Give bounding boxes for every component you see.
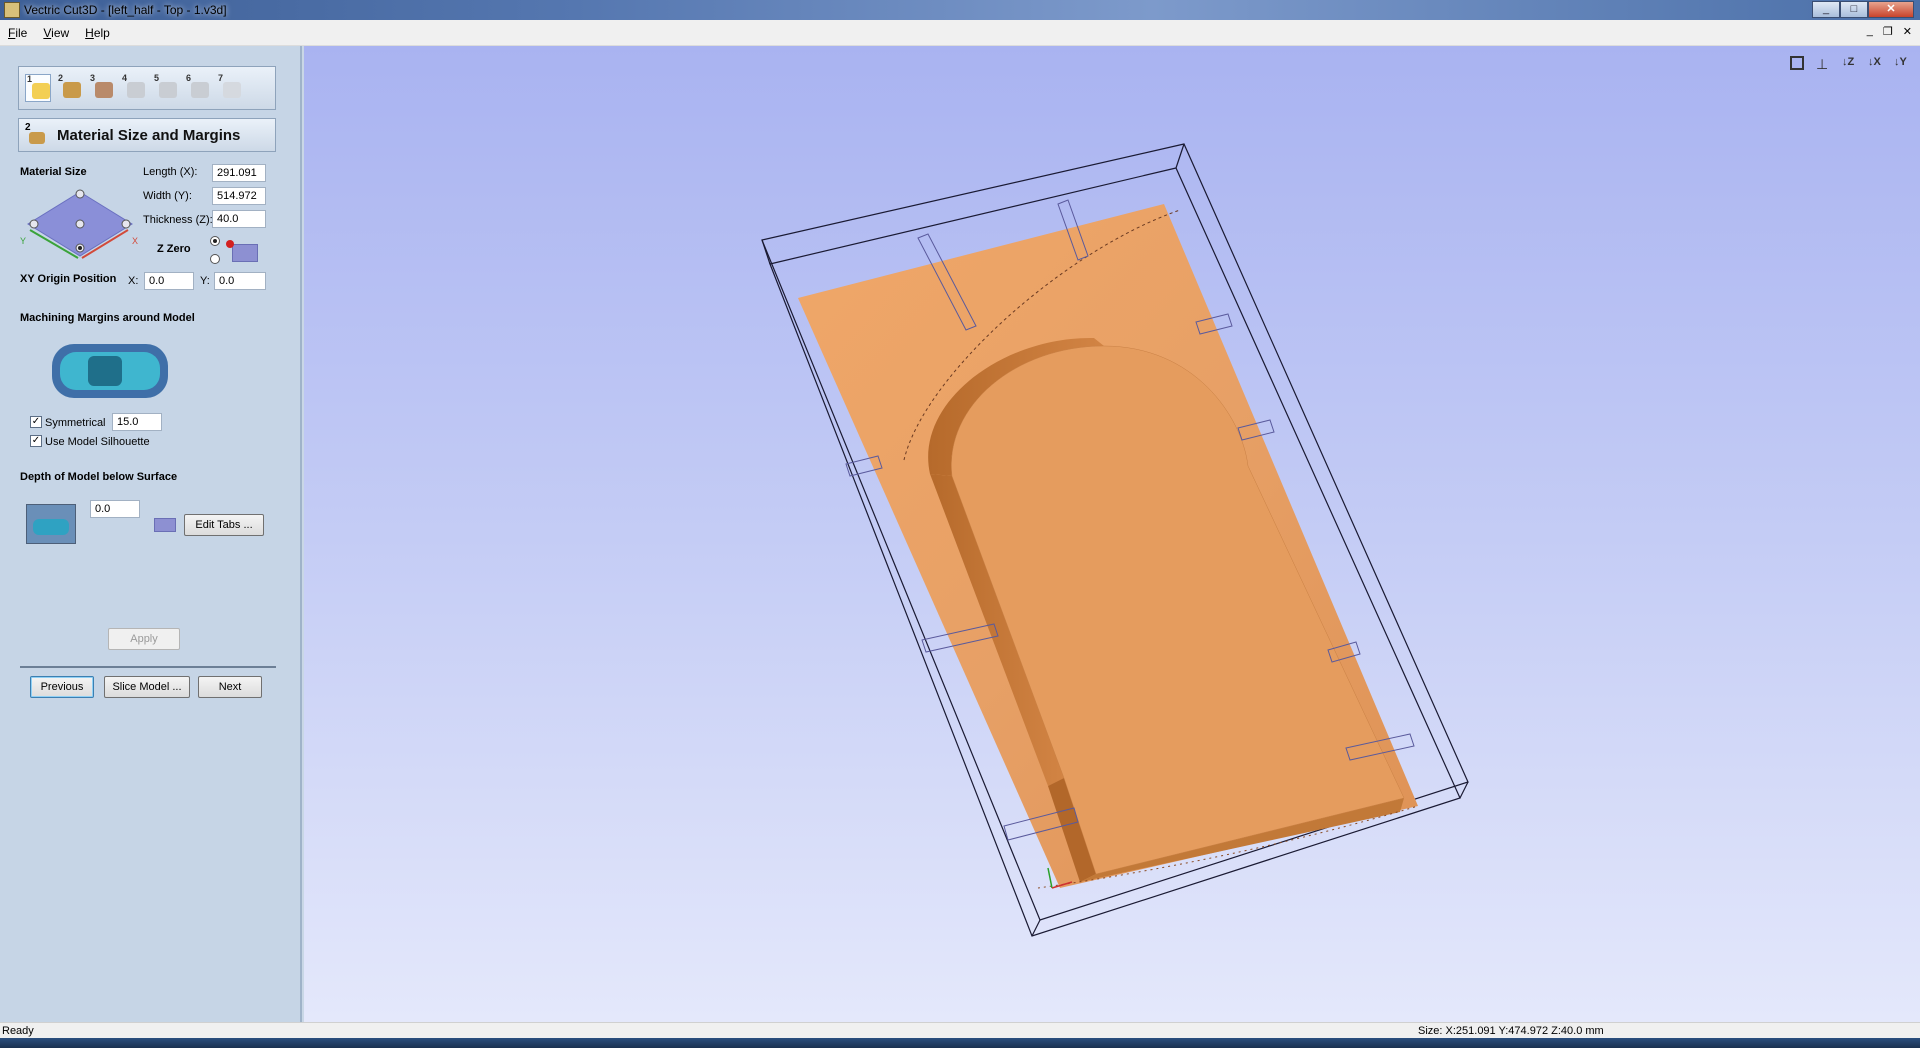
z-zero-block-icon bbox=[224, 238, 262, 262]
folder-icon bbox=[32, 83, 50, 99]
y-origin-label: Y: bbox=[200, 275, 210, 287]
tab-block-icon bbox=[152, 514, 178, 532]
width-field[interactable]: 514.972 bbox=[212, 187, 266, 205]
symmetrical-margin-field[interactable]: 15.0 bbox=[112, 413, 162, 431]
slice-model-button[interactable]: Slice Model ... bbox=[104, 676, 190, 698]
tool-icon bbox=[159, 82, 177, 98]
toolpath-icon bbox=[95, 82, 113, 98]
width-label: Width (Y): bbox=[143, 190, 192, 202]
close-button[interactable]: ✕ bbox=[1868, 1, 1914, 18]
panel-title: Material Size and Margins bbox=[57, 126, 241, 144]
model-scene bbox=[761, 143, 1469, 937]
panel-separator bbox=[20, 666, 276, 668]
step-toolbar: 1 2 3 4 5 6 7 bbox=[18, 66, 276, 110]
menu-help[interactable]: Help bbox=[85, 26, 110, 40]
minimize-button[interactable]: _ bbox=[1812, 1, 1840, 18]
mdi-close-button[interactable]: ✕ bbox=[1903, 25, 1912, 38]
maximize-button[interactable]: □ bbox=[1840, 1, 1868, 18]
step-6-button[interactable]: 6 bbox=[185, 73, 211, 102]
status-bar: Ready Size: X:251.091 Y:474.972 Z:40.0 m… bbox=[0, 1022, 1920, 1038]
depth-label: Depth of Model below Surface bbox=[20, 471, 178, 483]
svg-text:X: X bbox=[132, 236, 138, 246]
material-icon bbox=[63, 82, 81, 98]
margins-label: Machining Margins around Model bbox=[20, 312, 195, 324]
thickness-label: Thickness (Z): bbox=[143, 214, 213, 226]
silhouette-checkbox[interactable]: ✓ bbox=[30, 435, 42, 447]
length-field[interactable]: 291.091 bbox=[212, 164, 266, 182]
car-margin-icon bbox=[52, 344, 168, 398]
mdi-restore-button[interactable]: ❐ bbox=[1883, 25, 1893, 38]
apply-button[interactable]: Apply bbox=[108, 628, 180, 650]
window-title: Vectric Cut3D - [left_half - Top - 1.v3d… bbox=[24, 3, 227, 17]
y-origin-field[interactable]: 0.0 bbox=[214, 272, 266, 290]
step-7-button[interactable]: 7 bbox=[217, 73, 243, 102]
xy-origin-label: XY Origin Position bbox=[20, 273, 117, 285]
menu-view[interactable]: View bbox=[43, 26, 69, 40]
length-label: Length (X): bbox=[143, 166, 198, 178]
3d-viewport[interactable]: ⊥ ↓Z ↓X ↓Y bbox=[304, 46, 1920, 1022]
wizard-panel: 1 2 3 4 5 6 7 2 Material Size and Margin… bbox=[0, 46, 302, 1022]
menu-bar: File View Help _ ❐ ✕ bbox=[0, 20, 1920, 46]
material-size-readout: Size: X:251.091 Y:474.972 Z:40.0 mm bbox=[1418, 1024, 1604, 1037]
taskbar bbox=[0, 1038, 1920, 1048]
z-zero-label: Z Zero bbox=[157, 243, 191, 255]
step-1-button[interactable]: 1 bbox=[25, 74, 51, 102]
z-zero-bottom-radio[interactable] bbox=[210, 254, 220, 264]
material-origin-diagram: Y X bbox=[20, 189, 138, 259]
panel-header: 2 Material Size and Margins bbox=[18, 118, 276, 152]
step-5-button[interactable]: 5 bbox=[153, 73, 179, 102]
x-origin-label: X: bbox=[128, 275, 139, 287]
depth-model-icon bbox=[26, 504, 76, 544]
app-icon bbox=[4, 2, 20, 18]
svg-text:Y: Y bbox=[20, 236, 26, 246]
tool-icon bbox=[191, 82, 209, 98]
material-size-label: Material Size bbox=[20, 166, 87, 178]
x-origin-field[interactable]: 0.0 bbox=[144, 272, 194, 290]
next-button[interactable]: Next bbox=[198, 676, 262, 698]
step-2-button[interactable]: 2 bbox=[57, 73, 83, 102]
symmetrical-checkbox[interactable]: ✓ bbox=[30, 416, 42, 428]
menu-file[interactable]: File bbox=[8, 26, 27, 40]
symmetrical-label: Symmetrical bbox=[45, 417, 106, 429]
tool-icon bbox=[127, 82, 145, 98]
status-text: Ready bbox=[2, 1024, 34, 1037]
previous-button[interactable]: Previous bbox=[30, 676, 94, 698]
save-toolpath-icon bbox=[223, 82, 241, 98]
z-zero-top-radio[interactable] bbox=[210, 236, 220, 246]
silhouette-label: Use Model Silhouette bbox=[45, 436, 150, 448]
thickness-field[interactable]: 40.0 bbox=[212, 210, 266, 228]
material-step-icon: 2 bbox=[25, 122, 47, 146]
mdi-minimize-button[interactable]: _ bbox=[1867, 25, 1873, 38]
depth-field[interactable]: 0.0 bbox=[90, 500, 140, 518]
edit-tabs-button[interactable]: Edit Tabs ... bbox=[184, 514, 264, 536]
step-4-button[interactable]: 4 bbox=[121, 73, 147, 102]
step-3-button[interactable]: 3 bbox=[89, 73, 115, 102]
title-bar: Vectric Cut3D - [left_half - Top - 1.v3d… bbox=[0, 0, 1920, 20]
